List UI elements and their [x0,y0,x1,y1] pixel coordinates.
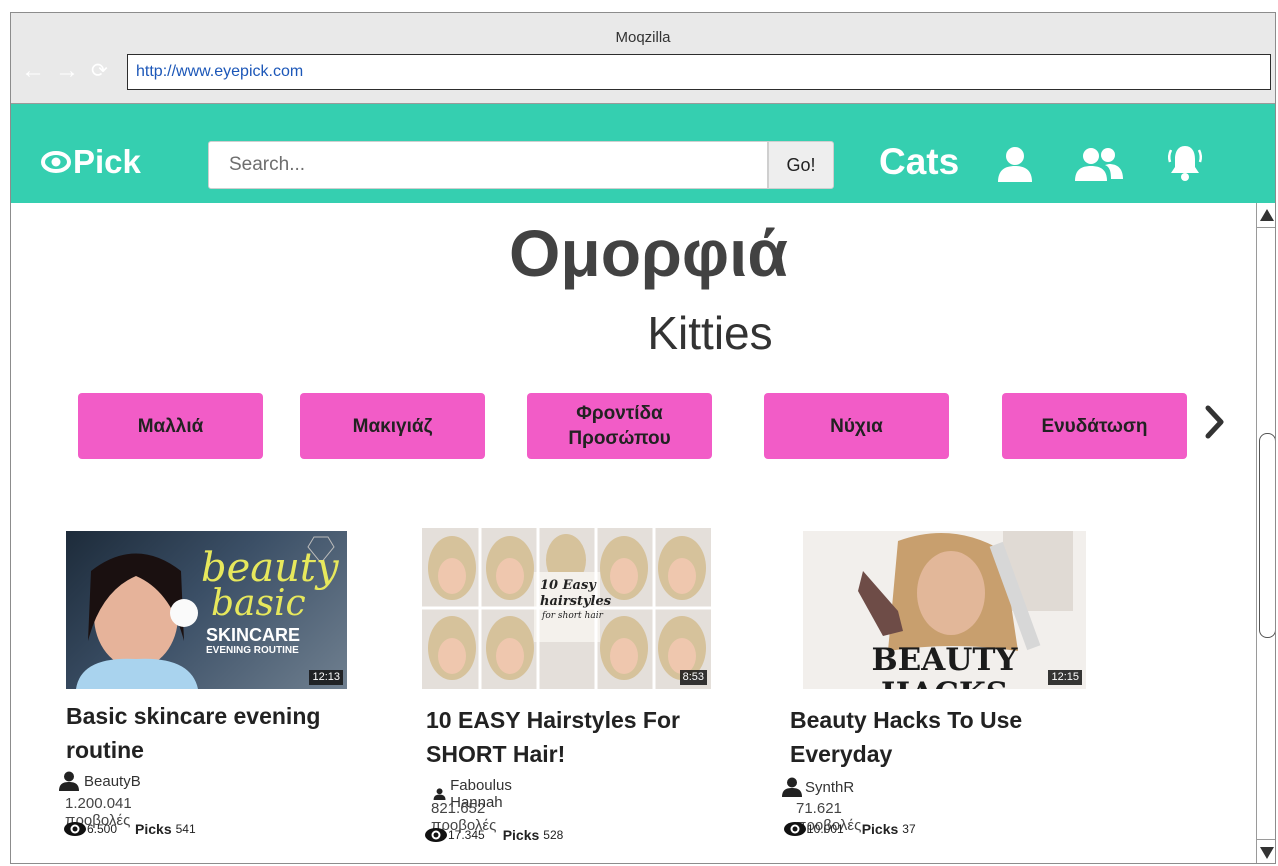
picks-label: Picks [502,827,540,843]
scrollbar-thumb[interactable] [1259,433,1275,638]
scrollbar-divider [1257,227,1275,228]
video-author[interactable]: SynthR [781,777,854,797]
watch-count: 10.001 [807,822,844,836]
picks-label: Picks [135,821,172,837]
thumbnail-text: 10 Easy [540,578,596,593]
author-name: SynthR [805,778,855,796]
eye-icon [784,822,806,836]
search-input[interactable]: Search... [208,141,768,189]
picks-count: 541 [175,822,196,836]
eye-icon [425,828,447,842]
author-name: BeautyB [84,772,141,790]
category-hair-button[interactable]: Μαλλιά [78,393,263,459]
video-title[interactable]: Basic skincare evening routine [66,699,366,767]
scrollbar-divider [1257,839,1275,840]
bell-icon[interactable] [1166,142,1204,189]
user-icon [59,771,79,791]
video-duration: 12:13 [309,670,343,685]
user-icon[interactable] [996,146,1034,189]
video-thumbnail[interactable]: BEAUTY HACKS 12:15 [803,531,1086,689]
picks-count: 37 [902,822,916,836]
eye-icon [41,151,71,173]
go-button[interactable]: Go! [768,141,834,189]
vertical-scrollbar[interactable] [1256,203,1275,863]
site-header: Pick Search... Go! Cats [11,104,1275,203]
eye-icon [64,822,86,836]
group-icon[interactable] [1071,146,1125,189]
video-duration: 8:53 [679,670,707,685]
main-content: Ομορφιά Kitties Μαλλιά Μακιγιάζ Φροντίδα… [11,203,1256,863]
thumbnail-text: SKINCARE [206,625,301,645]
cats-link[interactable]: Cats [879,142,959,182]
thumbnail-text: BEAUTY HACKS [871,642,1018,689]
thumbnail-text: for short hair [542,611,603,621]
video-thumbnail[interactable]: beauty basic SKINCARE EVENING ROUTINE 12… [66,531,347,689]
thumbnail-text: hairstyles [540,594,612,609]
category-face-care-button[interactable]: Φροντίδα Προσώπου [527,393,712,459]
page-subtitle: Kitties [562,295,858,377]
url-bar[interactable]: http://www.eyepick.com [127,54,1271,90]
page-title: Ομορφιά [486,207,811,299]
scroll-down-icon[interactable] [1260,847,1274,859]
window-title: Moqzilla [615,29,671,46]
video-title[interactable]: 10 EASY Hairstyles For SHORT Hair! [426,703,726,771]
thumbnail-text: beauty [201,545,339,591]
video-stats: 6.500 Picks 541 [63,821,196,837]
video-title[interactable]: Beauty Hacks To Use Everyday [790,703,1090,771]
site-logo[interactable]: Pick [41,144,141,180]
browser-window: Moqzilla ← → ⟳ http://www.eyepick.com Pi… [10,12,1276,864]
video-stats: 10.001 Picks 37 [783,821,916,837]
forward-arrow-icon[interactable]: → [55,59,79,83]
category-hydration-button[interactable]: Ενυδάτωση [1002,393,1187,459]
video-stats: 17.345 Picks 528 [424,827,563,843]
picks-count: 528 [543,828,564,842]
chevron-right-icon[interactable] [1203,402,1227,447]
user-icon [782,777,802,797]
thumbnail-text: basic [211,583,306,624]
watch-count: 17.345 [448,828,485,842]
video-duration: 12:15 [1048,670,1082,685]
browser-titlebar: Moqzilla ← → ⟳ http://www.eyepick.com [11,13,1275,104]
scroll-up-icon[interactable] [1260,209,1274,221]
picks-label: Picks [861,821,899,837]
reload-icon[interactable]: ⟳ [91,59,108,83]
logo-text: Pick [73,143,141,180]
video-author[interactable]: BeautyB [58,771,141,791]
thumbnail-text: EVENING ROUTINE [206,645,299,656]
back-arrow-icon[interactable]: ← [21,59,45,83]
video-thumbnail[interactable]: 10 Easy hairstyles for short hair 8:53 [422,528,711,689]
category-makeup-button[interactable]: Μακιγιάζ [300,393,485,459]
watch-count: 6.500 [87,822,118,836]
category-nails-button[interactable]: Νύχια [764,393,949,459]
